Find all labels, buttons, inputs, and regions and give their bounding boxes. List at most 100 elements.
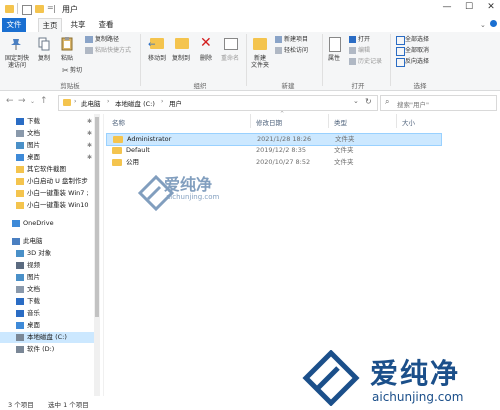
download-icon xyxy=(16,118,24,125)
copy-icon[interactable] xyxy=(38,37,50,51)
refresh-icon[interactable]: ↻ xyxy=(365,97,372,106)
address-bar[interactable]: › 此电脑 › 本地磁盘 (C:) › 用户 ⌄ ↻ xyxy=(58,95,378,111)
properties-button[interactable]: 属性 xyxy=(324,55,344,62)
navigation-pane: 下载 ✱ 文档 ✱ 图片 ✱ 桌面 ✱ 其它软件截图 小白启动 U 盘制作步 小白一键重装 Win7… xyxy=(0,114,100,396)
select-none-button[interactable]: 全部取消 xyxy=(405,47,429,54)
rename-icon[interactable] xyxy=(224,38,238,50)
table-row[interactable]: 公用 2020/10/27 8:52 文件夹 xyxy=(106,157,440,168)
sidebar-item[interactable]: 文档 ✱ xyxy=(0,128,98,139)
search-input[interactable]: 搜索"用户" xyxy=(397,99,429,109)
history-icon xyxy=(349,58,356,65)
sidebar-item[interactable]: OneDrive xyxy=(0,218,98,229)
new-folder-icon[interactable] xyxy=(253,38,267,50)
copy-to-button[interactable]: 复制到 xyxy=(168,55,194,62)
copy-to-icon[interactable] xyxy=(175,38,189,49)
sidebar-item[interactable]: 文档 xyxy=(0,284,98,295)
table-row[interactable]: Default 2019/12/2 8:35 文件夹 xyxy=(106,145,440,156)
sidebar-item[interactable]: 小白启动 U 盘制作步 xyxy=(0,176,98,187)
open-button[interactable]: 打开 xyxy=(358,36,370,43)
tab-share[interactable]: 共享 xyxy=(67,18,89,32)
divider xyxy=(17,3,18,14)
search-box[interactable]: ⌕ 搜索"用户" xyxy=(380,95,497,111)
properties-icon[interactable] xyxy=(329,37,341,52)
copy-path-button[interactable]: 复制路径 xyxy=(95,36,119,43)
sidebar-item[interactable]: 桌面 ✱ xyxy=(0,152,98,163)
sidebar-item[interactable]: 视频 xyxy=(0,260,98,271)
nav-scrollbar-thumb[interactable] xyxy=(95,117,99,317)
sidebar-item[interactable]: 本地磁盘 (C:) xyxy=(0,332,98,343)
sidebar-item[interactable]: 下载 xyxy=(0,296,98,307)
computer-icon xyxy=(12,238,20,245)
tab-view[interactable]: 查看 xyxy=(95,18,117,32)
sidebar-item[interactable]: 音乐 xyxy=(0,308,98,319)
tab-home[interactable]: 主页 xyxy=(38,18,62,33)
sidebar-item-label: 其它软件截图 xyxy=(27,165,66,173)
cut-button[interactable]: 剪切 xyxy=(70,67,82,74)
pin-icon: ✱ xyxy=(86,154,92,161)
invert-selection-button[interactable]: 反向选择 xyxy=(405,58,429,65)
forward-arrow-icon[interactable]: → xyxy=(18,96,26,106)
scissors-icon: ✂ xyxy=(62,66,69,75)
sidebar-item[interactable]: 下载 ✱ xyxy=(0,116,98,127)
up-arrow-icon[interactable]: ↑ xyxy=(40,96,48,106)
sidebar-item[interactable]: 其它软件截图 xyxy=(0,164,98,175)
select-all-button[interactable]: 全部选择 xyxy=(405,36,429,43)
sidebar-item[interactable]: 图片 ✱ xyxy=(0,140,98,151)
folder-icon xyxy=(16,190,24,197)
paste-button[interactable]: 粘贴 xyxy=(57,55,77,62)
sidebar-item[interactable]: 3D 对象 xyxy=(0,248,98,259)
music-icon xyxy=(16,310,24,317)
back-arrow-icon[interactable]: ← xyxy=(6,96,14,106)
move-to-button[interactable]: 移动到 xyxy=(144,55,170,62)
paste-shortcut-button[interactable]: 粘贴快捷方式 xyxy=(95,47,131,54)
column-header-size[interactable]: 大小 xyxy=(402,117,415,127)
edit-icon xyxy=(349,47,356,54)
chevron-down-icon[interactable]: ⌄ xyxy=(353,97,359,105)
sidebar-item[interactable]: 小白一键重装 Win7 ; xyxy=(0,188,98,199)
pin-icon: ✱ xyxy=(86,118,92,125)
sidebar-item-label: 桌面 xyxy=(27,321,40,329)
window-title: 用户 xyxy=(62,5,78,14)
breadcrumb-this-pc[interactable]: 此电脑 xyxy=(81,98,101,108)
help-icon[interactable] xyxy=(490,20,497,27)
sidebar-item-label: 此电脑 xyxy=(23,237,43,245)
new-folder-button[interactable]: 新建 xyxy=(248,55,272,62)
sidebar-item-label: 小白启动 U 盘制作步 xyxy=(27,177,88,185)
sidebar-item[interactable]: 小白一键重装 Win10 xyxy=(0,200,98,211)
watermark-logo: 爱纯净 aichunjing.com xyxy=(136,169,236,229)
new-folder-quick-icon[interactable] xyxy=(35,5,44,13)
pin-quick-access-label[interactable]: 固定到快 xyxy=(2,55,32,62)
edit-button[interactable]: 编辑 xyxy=(358,47,370,54)
copy-button[interactable]: 复制 xyxy=(34,55,54,62)
minimize-button[interactable]: — xyxy=(440,2,454,15)
chevron-down-icon[interactable]: ⌄ xyxy=(480,21,486,29)
sidebar-item[interactable]: 桌面 xyxy=(0,320,98,331)
pin-icon[interactable] xyxy=(9,37,23,51)
delete-button[interactable]: 删除 xyxy=(196,55,216,62)
close-button[interactable]: ✕ xyxy=(484,2,498,15)
pin-quick-access-label-2[interactable]: 速访问 xyxy=(2,62,32,69)
group-label-organize: 组织 xyxy=(193,82,207,90)
history-button[interactable]: 历史记录 xyxy=(358,58,382,65)
properties-quick-icon[interactable] xyxy=(22,5,32,15)
sidebar-item[interactable]: 此电脑 xyxy=(0,236,98,247)
selection-count: 选中 1 个项目 xyxy=(48,401,89,409)
breadcrumb-local-disk[interactable]: 本地磁盘 (C:) xyxy=(115,98,155,108)
file-name: Default xyxy=(126,146,150,154)
column-header-name[interactable]: 名称 xyxy=(112,117,125,127)
new-folder-button-2[interactable]: 文件夹 xyxy=(248,62,272,69)
column-header-date[interactable]: 修改日期 xyxy=(256,117,282,127)
sidebar-item[interactable]: 图片 xyxy=(0,272,98,283)
sidebar-item[interactable]: 软件 (D:) xyxy=(0,344,98,355)
column-header-type[interactable]: 类型 xyxy=(334,117,347,127)
maximize-button[interactable]: ☐ xyxy=(462,2,476,15)
rename-button[interactable]: 重命名 xyxy=(218,55,242,62)
tab-file[interactable]: 文件 xyxy=(2,18,26,32)
recent-chevron-icon[interactable]: ⌄ xyxy=(30,98,35,105)
divider xyxy=(103,114,104,396)
breadcrumb-users[interactable]: 用户 xyxy=(169,98,182,108)
new-item-button[interactable]: 新建项目 xyxy=(284,36,308,43)
easy-access-button[interactable]: 轻松访问 xyxy=(284,47,308,54)
paste-icon[interactable] xyxy=(61,36,73,51)
delete-icon[interactable]: ✕ xyxy=(200,35,212,51)
